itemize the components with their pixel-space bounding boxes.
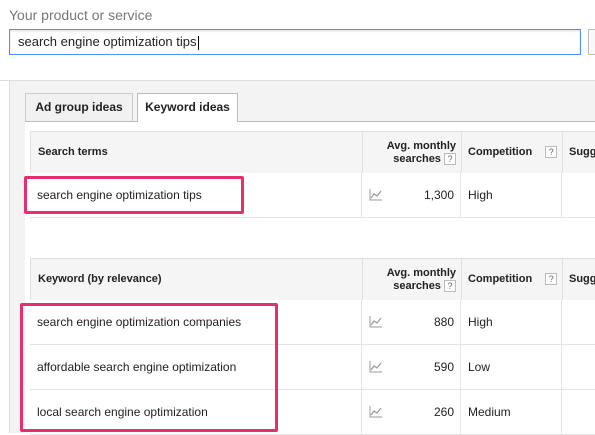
cell-divider	[361, 345, 362, 389]
trend-chart-icon[interactable]	[369, 405, 383, 418]
text-cursor	[197, 35, 199, 50]
avg-header-line1: Avg. monthly	[386, 140, 456, 152]
cell-divider	[361, 173, 362, 217]
cell-divider	[561, 173, 562, 217]
column-header-suggested-bid[interactable]: Sugg	[569, 132, 595, 173]
help-icon[interactable]: ?	[444, 280, 456, 293]
avg-monthly-searches-value: 880	[433, 315, 454, 329]
keyword-text: local search engine optimization	[37, 405, 208, 419]
cell-divider	[460, 390, 461, 434]
competition-value: Low	[468, 360, 491, 374]
competition-header-label: Competition	[468, 146, 533, 158]
table-row: search engine optimization tips 1,300 Hi…	[30, 173, 595, 218]
search-term-text: search engine optimization tips	[37, 188, 202, 202]
column-divider	[461, 259, 462, 300]
avg-monthly-searches-value: 260	[433, 405, 454, 419]
trend-chart-icon[interactable]	[369, 315, 383, 328]
column-divider	[362, 259, 363, 300]
column-header-avg-monthly-searches[interactable]: Avg. monthly searches ?	[366, 140, 456, 166]
product-service-label: Your product or service	[9, 7, 153, 23]
cell-divider	[361, 300, 362, 344]
trend-chart-icon[interactable]	[369, 360, 383, 373]
competition-value: High	[468, 188, 493, 202]
column-divider	[461, 132, 462, 173]
tab-keyword-ideas[interactable]: Keyword ideas	[137, 93, 238, 122]
avg-header-line2: searches	[393, 280, 441, 292]
get-ideas-button[interactable]	[588, 29, 595, 55]
avg-header-line2: searches	[393, 153, 441, 165]
product-service-input[interactable]: search engine optimization tips	[9, 29, 581, 55]
cell-divider	[561, 300, 562, 344]
column-header-search-terms[interactable]: Search terms	[38, 132, 108, 173]
cell-divider	[361, 390, 362, 434]
column-divider	[562, 259, 563, 300]
help-icon[interactable]: ?	[545, 146, 558, 159]
keyword-text: affordable search engine optimization	[37, 360, 237, 374]
cell-divider	[460, 300, 461, 344]
column-header-avg-monthly-searches[interactable]: Avg. monthly searches ?	[366, 267, 456, 293]
cell-divider	[561, 345, 562, 389]
avg-header-line1: Avg. monthly	[386, 267, 456, 279]
competition-value: High	[468, 315, 493, 329]
cell-divider	[460, 345, 461, 389]
keyword-ideas-header: Keyword (by relevance) Avg. monthly sear…	[30, 258, 595, 301]
table-row: local search engine optimization 260 Med…	[30, 390, 595, 435]
cell-divider	[561, 390, 562, 434]
column-divider	[562, 132, 563, 173]
table-row: affordable search engine optimization 59…	[30, 345, 595, 390]
product-service-input-value: search engine optimization tips	[18, 34, 197, 49]
cell-divider	[460, 173, 461, 217]
competition-value: Medium	[468, 405, 511, 419]
avg-monthly-searches-value: 590	[433, 360, 454, 374]
column-header-keyword-by-relevance[interactable]: Keyword (by relevance)	[38, 259, 162, 300]
column-header-competition[interactable]: Competition ?	[468, 132, 558, 173]
column-header-competition[interactable]: Competition ?	[468, 259, 558, 300]
keyword-text: search engine optimization companies	[37, 315, 242, 329]
tab-ad-group-ideas[interactable]: Ad group ideas	[25, 93, 133, 121]
tab-underline	[25, 121, 595, 122]
column-header-suggested-bid[interactable]: Sugg	[569, 259, 595, 300]
column-divider	[362, 132, 363, 173]
help-icon[interactable]: ?	[545, 273, 558, 286]
table-row: search engine optimization companies 880…	[30, 300, 595, 345]
competition-header-label: Competition	[468, 273, 533, 285]
avg-monthly-searches-value: 1,300	[423, 188, 454, 202]
help-icon[interactable]: ?	[444, 153, 456, 166]
search-terms-header: Search terms Avg. monthly searches ? Com…	[30, 131, 595, 174]
trend-chart-icon[interactable]	[369, 188, 383, 201]
